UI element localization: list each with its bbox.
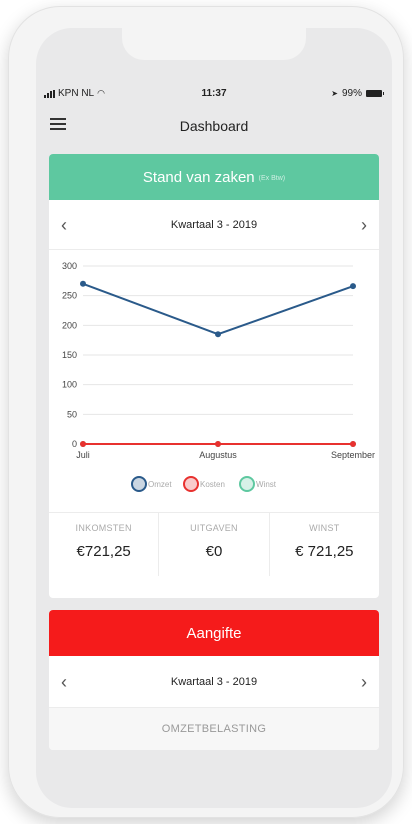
- stat-winst: WINST € 721,25: [270, 513, 379, 576]
- legend-swatch-kosten: [183, 476, 199, 492]
- stat-value: € 721,25: [295, 543, 354, 560]
- stat-value: €0: [205, 543, 223, 560]
- overview-period-label: Kwartaal 3 - 2019: [170, 218, 258, 231]
- overview-card: Stand van zaken (Ex Btw) ‹ Kwartaal 3 - …: [49, 154, 379, 598]
- status-bar: KPN NL ◠ 11:37 ➤ 99%: [36, 86, 392, 102]
- phone-frame: KPN NL ◠ 11:37 ➤ 99% Dashboard Stand van…: [8, 6, 404, 818]
- data-point-kosten: [80, 441, 86, 447]
- series-line-omzet: [82, 282, 354, 336]
- declaration-header[interactable]: Aangifte: [49, 610, 379, 656]
- line-chart: 0 50 100 150 200 250 300 Juli Augustus September O…: [49, 250, 379, 512]
- declaration-card: Aangifte ‹ Kwartaal 3 - 2019 › OMZETBELA…: [49, 610, 379, 750]
- legend-label-kosten: Kosten: [200, 480, 225, 489]
- data-point-kosten: [350, 441, 356, 447]
- omzetbelasting-item[interactable]: OMZETBELASTING: [49, 708, 379, 750]
- chevron-left-icon[interactable]: ‹: [61, 673, 67, 691]
- chevron-left-icon[interactable]: ‹: [61, 216, 67, 234]
- overview-title: Stand van zaken: [142, 168, 255, 186]
- legend-swatch-omzet: [131, 476, 147, 492]
- overview-subtitle: (Ex Btw): [258, 175, 286, 182]
- y-tick-label: 50: [67, 409, 77, 419]
- y-tick-label: 150: [62, 350, 77, 360]
- stat-label: INKOMSTEN: [75, 523, 132, 533]
- location-arrow-icon: ➤: [331, 89, 338, 98]
- x-tick-label: September: [331, 450, 375, 460]
- y-tick-label: 100: [62, 380, 77, 390]
- stat-label: UITGAVEN: [190, 523, 238, 533]
- overview-header: Stand van zaken (Ex Btw): [49, 154, 379, 200]
- declaration-period-label: Kwartaal 3 - 2019: [170, 675, 258, 688]
- y-tick-label: 300: [62, 261, 77, 271]
- chevron-right-icon[interactable]: ›: [361, 673, 367, 691]
- stat-value: €721,25: [76, 543, 131, 560]
- battery-icon: [366, 90, 384, 97]
- x-tick-label: Augustus: [199, 450, 237, 460]
- chevron-right-icon[interactable]: ›: [361, 216, 367, 234]
- device-notch: [122, 28, 306, 60]
- navigation-bar: Dashboard: [36, 106, 392, 152]
- data-point-omzet: [350, 283, 356, 290]
- legend-swatch-winst: [239, 476, 255, 492]
- x-tick-label: Juli: [76, 450, 90, 460]
- battery-percentage: 99%: [341, 88, 362, 99]
- stat-inkomsten: INKOMSTEN €721,25: [49, 513, 160, 576]
- data-point-omzet: [80, 280, 86, 287]
- stats-row: INKOMSTEN €721,25 UITGAVEN €0 WINST € 72…: [49, 512, 379, 576]
- data-point-omzet: [215, 331, 221, 338]
- data-point-kosten: [215, 441, 221, 447]
- page-title: Dashboard: [179, 118, 249, 134]
- y-tick-label: 0: [72, 439, 77, 449]
- legend-label-omzet: Omzet: [148, 480, 172, 489]
- app-screen: KPN NL ◠ 11:37 ➤ 99% Dashboard Stand van…: [36, 28, 392, 808]
- y-tick-label: 200: [62, 320, 77, 330]
- stat-uitgaven: UITGAVEN €0: [159, 513, 270, 576]
- declaration-period-selector: ‹ Kwartaal 3 - 2019 ›: [49, 656, 379, 708]
- stat-label: WINST: [309, 523, 340, 533]
- y-tick-label: 250: [62, 291, 77, 301]
- legend-label-winst: Winst: [256, 480, 277, 489]
- overview-period-selector: ‹ Kwartaal 3 - 2019 ›: [49, 200, 379, 250]
- chart-canvas: 0 50 100 150 200 250 300 Juli Augustus September O…: [62, 261, 375, 492]
